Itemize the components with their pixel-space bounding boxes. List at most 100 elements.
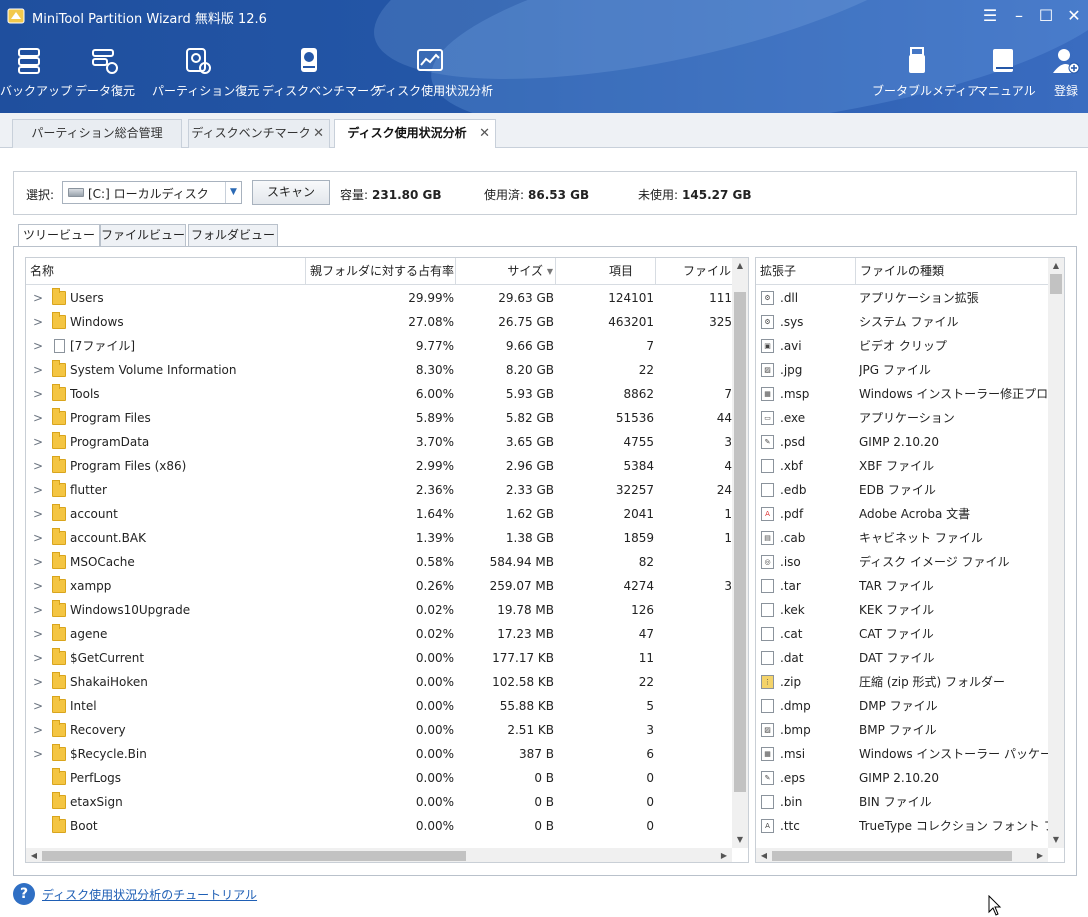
list-item[interactable]: .dat DAT ファイル	[756, 646, 1050, 670]
chevron-right-icon[interactable]: >	[32, 382, 44, 406]
table-row[interactable]: > $Recycle.Bin 0.00% 387 B 6	[26, 742, 734, 766]
table-row[interactable]: PerfLogs 0.00% 0 B 0	[26, 766, 734, 790]
list-item[interactable]: .dmp DMP ファイル	[756, 694, 1050, 718]
tab-space-analyzer[interactable]: ディスク使用状況分析 ✕	[334, 119, 496, 149]
scroll-down-icon[interactable]: ▼	[1048, 832, 1064, 848]
tab-partition-management[interactable]: パーティション総合管理	[12, 119, 182, 148]
scan-button[interactable]: スキャン	[252, 180, 330, 205]
list-item[interactable]: ⚙ .dll アプリケーション拡張	[756, 286, 1050, 310]
table-row[interactable]: > ShakaiHoken 0.00% 102.58 KB 22	[26, 670, 734, 694]
table-row[interactable]: Boot 0.00% 0 B 0	[26, 814, 734, 838]
list-item[interactable]: ▭ .exe アプリケーション	[756, 406, 1050, 430]
scroll-thumb[interactable]	[734, 292, 746, 792]
minimize-icon[interactable]: –	[1008, 5, 1030, 27]
chevron-right-icon[interactable]: >	[32, 502, 44, 526]
table-row[interactable]: > $GetCurrent 0.00% 177.17 KB 11	[26, 646, 734, 670]
scroll-left-icon[interactable]: ◀	[26, 848, 42, 862]
list-item[interactable]: ▣ .avi ビデオ クリップ	[756, 334, 1050, 358]
chevron-right-icon[interactable]: >	[32, 742, 44, 766]
data-recovery-button[interactable]: データ復元	[74, 46, 136, 106]
scroll-right-icon[interactable]: ▶	[716, 848, 732, 862]
list-item[interactable]: .xbf XBF ファイル	[756, 454, 1050, 478]
column-name[interactable]: 名称	[26, 258, 306, 285]
column-percent[interactable]: 親フォルダに対する占有率	[306, 258, 456, 285]
chevron-right-icon[interactable]: >	[32, 406, 44, 430]
table-row[interactable]: > account.BAK 1.39% 1.38 GB 1859 1	[26, 526, 734, 550]
space-analyzer-button[interactable]: ディスク使用状況分析	[374, 46, 493, 106]
list-item[interactable]: .edb EDB ファイル	[756, 478, 1050, 502]
tab-folder-view[interactable]: フォルダビュー	[188, 224, 278, 247]
tree-horizontal-scrollbar[interactable]: ◀ ▶	[26, 848, 732, 862]
table-row[interactable]: > agene 0.02% 17.23 MB 47	[26, 622, 734, 646]
chevron-right-icon[interactable]: >	[32, 550, 44, 574]
ext-horizontal-scrollbar[interactable]: ◀ ▶	[756, 848, 1048, 862]
scroll-thumb[interactable]	[42, 851, 466, 861]
chevron-right-icon[interactable]: >	[32, 598, 44, 622]
scroll-right-icon[interactable]: ▶	[1032, 848, 1048, 862]
table-row[interactable]: > xampp 0.26% 259.07 MB 4274 3	[26, 574, 734, 598]
ext-vertical-scrollbar[interactable]: ▲ ▼	[1048, 258, 1064, 848]
chevron-right-icon[interactable]: >	[32, 454, 44, 478]
scroll-left-icon[interactable]: ◀	[756, 848, 772, 862]
scroll-up-icon[interactable]: ▲	[1048, 258, 1064, 274]
scroll-up-icon[interactable]: ▲	[732, 258, 748, 274]
scroll-thumb[interactable]	[1050, 274, 1062, 294]
manual-button[interactable]: マニュアル	[976, 46, 1036, 106]
chevron-right-icon[interactable]: >	[32, 526, 44, 550]
close-icon[interactable]: ✕	[1063, 5, 1085, 27]
close-tab-icon[interactable]: ✕	[479, 120, 490, 147]
list-item[interactable]: ▨ .jpg JPG ファイル	[756, 358, 1050, 382]
tab-tree-view[interactable]: ツリービュー	[18, 224, 100, 248]
maximize-icon[interactable]: ☐	[1035, 5, 1057, 27]
list-item[interactable]: ◎ .iso ディスク イメージ ファイル	[756, 550, 1050, 574]
chevron-right-icon[interactable]: >	[32, 478, 44, 502]
chevron-right-icon[interactable]: >	[32, 334, 44, 358]
partition-recovery-button[interactable]: パーティション復元	[152, 46, 259, 106]
table-row[interactable]: > account 1.64% 1.62 GB 2041 1	[26, 502, 734, 526]
column-files[interactable]: ファイル	[656, 258, 736, 285]
chevron-right-icon[interactable]: >	[32, 670, 44, 694]
chevron-right-icon[interactable]: >	[32, 286, 44, 310]
tutorial-link[interactable]: ディスク使用状況分析のチュートリアル	[42, 886, 257, 903]
table-row[interactable]: > Program Files (x86) 2.99% 2.96 GB 5384 4	[26, 454, 734, 478]
list-item[interactable]: .cat CAT ファイル	[756, 622, 1050, 646]
chevron-right-icon[interactable]: >	[32, 574, 44, 598]
chevron-right-icon[interactable]: >	[32, 646, 44, 670]
table-row[interactable]: > flutter 2.36% 2.33 GB 32257 24	[26, 478, 734, 502]
table-row[interactable]: > Tools 6.00% 5.93 GB 8862 7	[26, 382, 734, 406]
list-item[interactable]: ▦ .msp Windows インストーラー修正プログラム	[756, 382, 1050, 406]
menu-icon[interactable]: ☰	[979, 5, 1001, 27]
list-item[interactable]: A .ttc TrueType コレクション フォント ファイル	[756, 814, 1050, 838]
chevron-right-icon[interactable]: >	[32, 310, 44, 334]
table-row[interactable]: > Users 29.99% 29.63 GB 124101 111	[26, 286, 734, 310]
table-row[interactable]: > Windows 27.08% 26.75 GB 463201 325	[26, 310, 734, 334]
table-row[interactable]: > Program Files 5.89% 5.82 GB 51536 44	[26, 406, 734, 430]
list-item[interactable]: .tar TAR ファイル	[756, 574, 1050, 598]
list-item[interactable]: ✎ .psd GIMP 2.10.20	[756, 430, 1050, 454]
tree-vertical-scrollbar[interactable]: ▲ ▼	[732, 258, 748, 848]
table-row[interactable]: etaxSign 0.00% 0 B 0	[26, 790, 734, 814]
table-row[interactable]: > System Volume Information 8.30% 8.20 GB 22	[26, 358, 734, 382]
column-size[interactable]: サイズ ▼	[456, 258, 556, 285]
chevron-right-icon[interactable]: >	[32, 694, 44, 718]
chevron-right-icon[interactable]: >	[32, 430, 44, 454]
close-tab-icon[interactable]: ✕	[313, 120, 324, 147]
list-item[interactable]: ⋮ .zip 圧縮 (zip 形式) フォルダー	[756, 670, 1050, 694]
table-row[interactable]: > Recovery 0.00% 2.51 KB 3	[26, 718, 734, 742]
chevron-right-icon[interactable]: >	[32, 622, 44, 646]
backup-button[interactable]: バックアップ	[0, 46, 72, 106]
drive-select[interactable]: [C:] ローカルディスク ▼	[62, 181, 242, 204]
table-row[interactable]: > MSOCache 0.58% 584.94 MB 82	[26, 550, 734, 574]
column-file-type[interactable]: ファイルの種類	[856, 258, 1050, 285]
list-item[interactable]: ✎ .eps GIMP 2.10.20	[756, 766, 1050, 790]
column-items[interactable]: 項目	[556, 258, 656, 285]
help-icon[interactable]: ?	[13, 883, 35, 905]
list-item[interactable]: ▦ .msi Windows インストーラー パッケージ	[756, 742, 1050, 766]
scroll-down-icon[interactable]: ▼	[732, 832, 748, 848]
tab-disk-benchmark[interactable]: ディスクベンチマーク ✕	[188, 119, 330, 148]
disk-benchmark-button[interactable]: ディスクベンチマーク	[262, 46, 381, 106]
scroll-thumb[interactable]	[772, 851, 1012, 861]
chevron-right-icon[interactable]: >	[32, 718, 44, 742]
table-row[interactable]: > Windows10Upgrade 0.02% 19.78 MB 126	[26, 598, 734, 622]
list-item[interactable]: ⚙ .sys システム ファイル	[756, 310, 1050, 334]
